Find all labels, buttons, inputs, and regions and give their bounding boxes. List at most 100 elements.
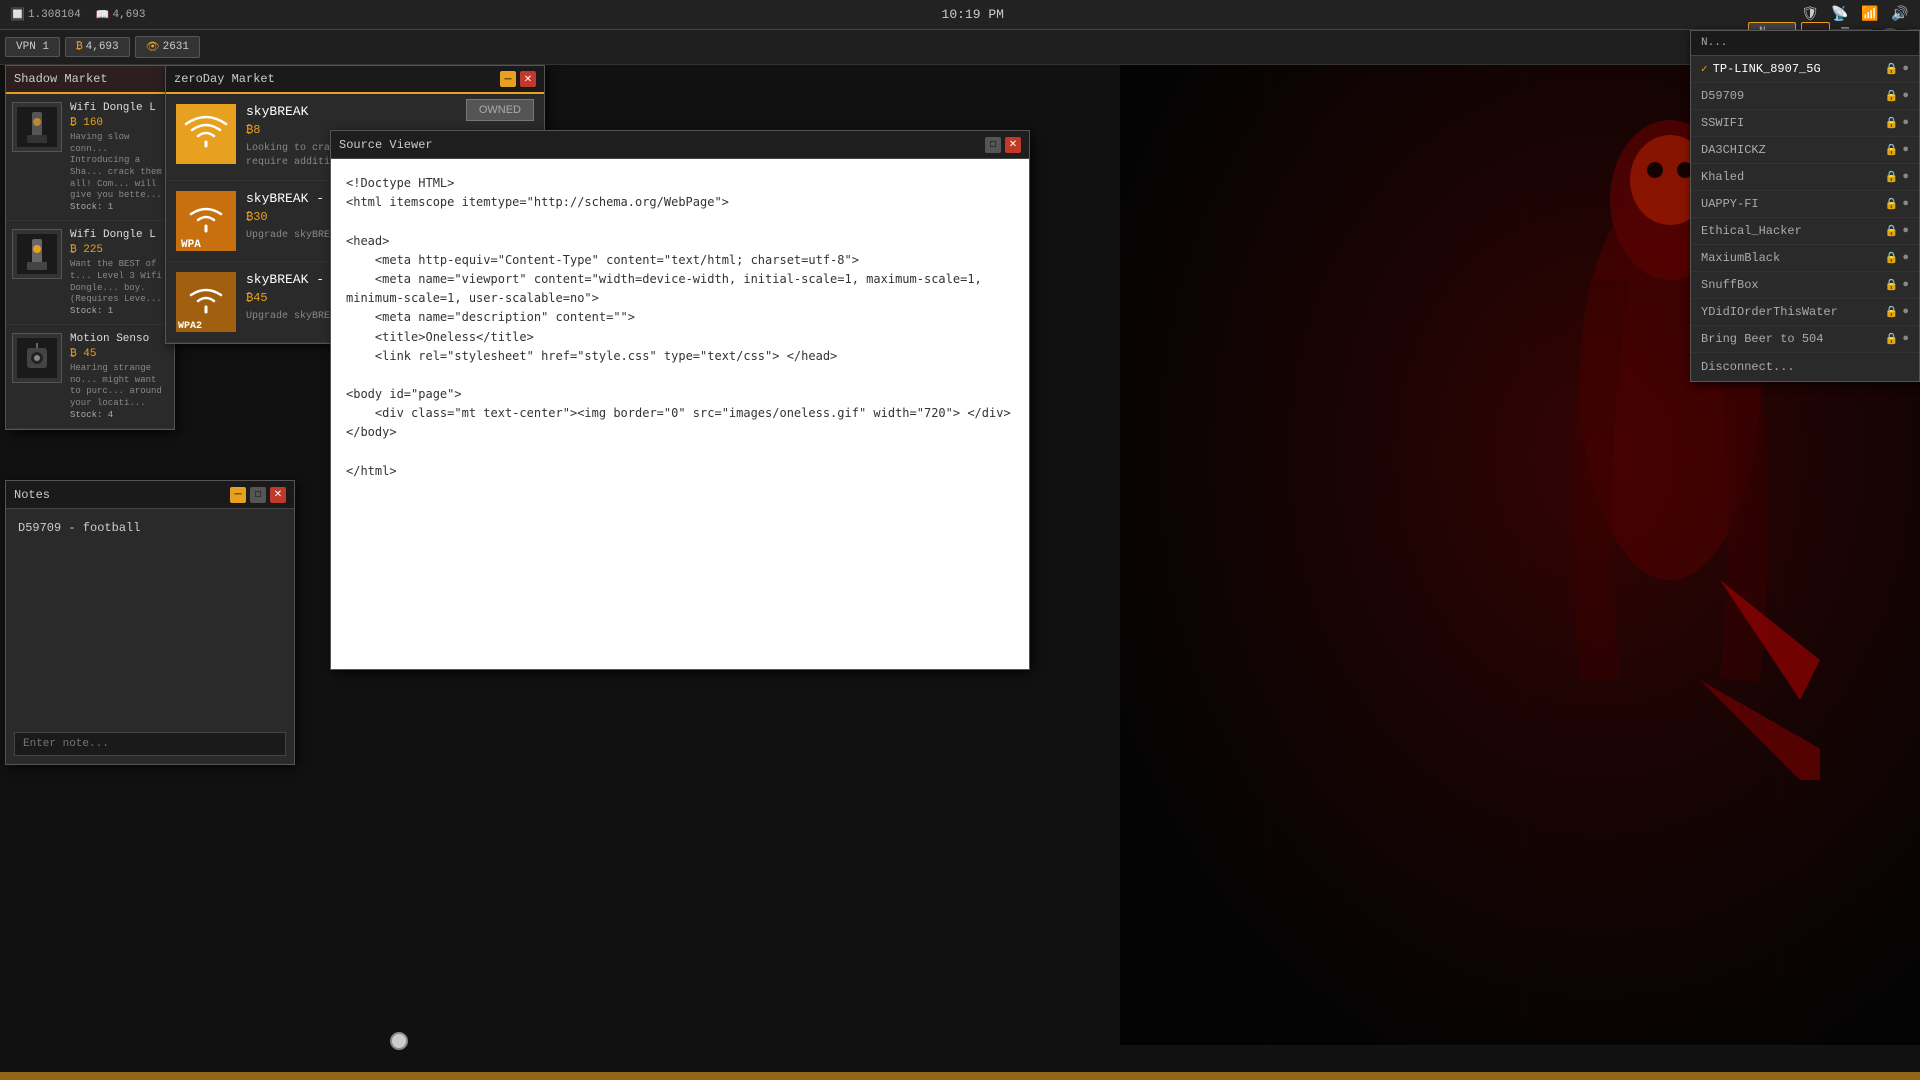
item-image [12,102,62,152]
id-icon: 🔲 [10,7,25,22]
shadow-market-titlebar: Shadow Market [6,66,174,94]
lock-icon: 🔒 [1885,62,1899,76]
network-name: MaxiumBlack [1701,251,1885,265]
notes-content: D59709 - football [14,517,286,727]
source-viewer-titlebar: Source Viewer □ ✕ [331,131,1029,159]
item-image-2 [12,229,62,279]
source-viewer-window: Source Viewer □ ✕ <!Doctype HTML> <html … [330,130,1030,670]
notes-maximize-button[interactable]: □ [250,487,266,503]
signal-icon: ● [1902,252,1909,264]
wifi-dropdown: N... ✓ TP-LINK_8907_5G 🔒 ● D59709 🔒 ● SS… [1690,30,1920,382]
network-name: SnuffBox [1701,278,1885,292]
source-viewer-title: Source Viewer [339,138,433,152]
wifi-network-item[interactable]: MaxiumBlack 🔒 ● [1691,245,1919,272]
signal-icon: ● [1902,117,1909,129]
network-name: Khaled [1701,170,1885,184]
signal-icon: ● [1902,198,1909,210]
skybreak-wpa-icon: WPA [176,191,236,251]
item-info-2: Wifi Dongle L ₿ 225 Want the BEST of t..… [70,229,168,316]
item-stock: Stock: 1 [70,202,168,212]
id-display: 🔲 1.308104 [10,7,81,22]
item-info: Wifi Dongle L ₿ 160 Having slow conn... … [70,102,168,212]
item-stock-2: Stock: 1 [70,306,168,316]
wifi-network-item[interactable]: Ethical_Hacker 🔒 ● [1691,218,1919,245]
btc-amount: 4,693 [86,41,119,53]
wifi-svg-1 [176,104,236,164]
signal-icon: ● [1902,63,1909,75]
eye-icon: 👁 [146,40,160,54]
list-item[interactable]: Wifi Dongle L ₿ 225 Want the BEST of t..… [6,221,174,325]
connected-check-icon: ✓ [1701,62,1708,76]
network-name: YDidIOrderThisWater [1701,305,1885,319]
notes-title: Notes [14,488,50,502]
wifi-dropdown-label: N... [1701,37,1727,49]
dongle-img-2 [17,234,57,274]
signal-icon: ● [1902,144,1909,156]
clock: 10:19 PM [942,7,1004,22]
signal-icon: ● [1902,333,1909,345]
signal-icon: ● [1902,225,1909,237]
wifi-network-item[interactable]: SnuffBox 🔒 ● [1691,272,1919,299]
notes-minimize-button[interactable]: ─ [230,487,246,503]
list-item[interactable]: Wifi Dongle L ₿ 160 Having slow conn... … [6,94,174,221]
shadow-market-title: Shadow Market [14,72,108,86]
btc-stat-button[interactable]: ₿ 4,693 [65,37,130,57]
item-desc-3: Hearing strange no... might want to purc… [70,363,168,410]
maximize-button[interactable]: □ [985,137,1001,153]
svg-text:WPA2: WPA2 [178,321,202,332]
notes-body: D59709 - football [6,509,294,764]
signal-icon: ● [1902,279,1909,291]
wifi-network-item[interactable]: UAPPY-FI 🔒 ● [1691,191,1919,218]
disconnect-button[interactable]: Disconnect... [1691,353,1919,381]
notes-controls: ─ □ ✕ [230,487,286,503]
source-viewer-controls: □ ✕ [985,137,1021,153]
notes-titlebar: Notes ─ □ ✕ [6,481,294,509]
signal-icon: ● [1902,306,1909,318]
close-button[interactable]: ✕ [520,71,536,87]
network-name: Ethical_Hacker [1701,224,1885,238]
vpn-button[interactable]: VPN 1 [5,37,60,57]
circle-indicator [390,1032,408,1050]
player-id: 1.308104 [28,9,81,21]
wifi-dropdown-header: N... [1691,31,1919,56]
network-name: D59709 [1701,89,1885,103]
item-desc: Having slow conn... Introducing a Sha...… [70,132,168,202]
taskbar: VPN 1 ₿ 4,693 👁 2631 N... ✕ ≡ [0,30,1920,65]
network-name: Bring Beer to 504 [1701,332,1885,346]
list-item[interactable]: Motion Senso ₿ 45 Hearing strange no... … [6,325,174,429]
lock-icon: 🔒 [1885,305,1899,319]
skybreak-name: skyBREAK [246,104,308,119]
minimize-button[interactable]: ─ [500,71,516,87]
source-content-area[interactable]: <!Doctype HTML> <html itemscope itemtype… [331,159,1029,669]
item-price-2: ₿ 225 [70,244,168,256]
wifi-network-item[interactable]: Bring Beer to 504 🔒 ● [1691,326,1919,353]
shield-stat-button[interactable]: 👁 2631 [135,36,200,58]
shadow-market-window: Shadow Market Wifi Dongle L ₿ 160 Having… [5,65,175,430]
item-price: ₿ 160 [70,117,168,129]
bottom-bar [0,1072,1920,1080]
disconnect-label: Disconnect... [1701,360,1795,374]
wifi-network-item[interactable]: YDidIOrderThisWater 🔒 ● [1691,299,1919,326]
network-name: UAPPY-FI [1701,197,1885,211]
wifi-network-item[interactable]: SSWIFI 🔒 ● [1691,110,1919,137]
wifi-network-item[interactable]: Khaled 🔒 ● [1691,164,1919,191]
notes-close-button[interactable]: ✕ [270,487,286,503]
zeroday-controls: ─ ✕ [500,71,536,87]
lock-icon: 🔒 [1885,170,1899,184]
dongle-img-1 [17,107,57,147]
top-system-bar: 🔲 1.308104 📖 4,693 10:19 PM 🛡 📡 📶 🔊 [0,0,1920,30]
wifi-network-item[interactable]: ✓ TP-LINK_8907_5G 🔒 ● [1691,56,1919,83]
wifi-svg-3: WPA2 [176,272,236,332]
svg-text:WPA: WPA [181,239,201,251]
notes-text-content: D59709 - football [18,521,140,535]
wifi-svg-2: WPA [176,191,236,251]
wifi-network-item[interactable]: D59709 🔒 ● [1691,83,1919,110]
close-source-button[interactable]: ✕ [1005,137,1021,153]
notes-input-field[interactable] [14,732,286,756]
book-count: 4,693 [112,9,145,21]
wifi-network-item[interactable]: DA3CHICKZ 🔒 ● [1691,137,1919,164]
item-name: Wifi Dongle L [70,102,168,114]
source-code: <!Doctype HTML> <html itemscope itemtype… [346,174,1014,481]
book-stat: 📖 4,693 [96,8,146,22]
item-info-3: Motion Senso ₿ 45 Hearing strange no... … [70,333,168,420]
